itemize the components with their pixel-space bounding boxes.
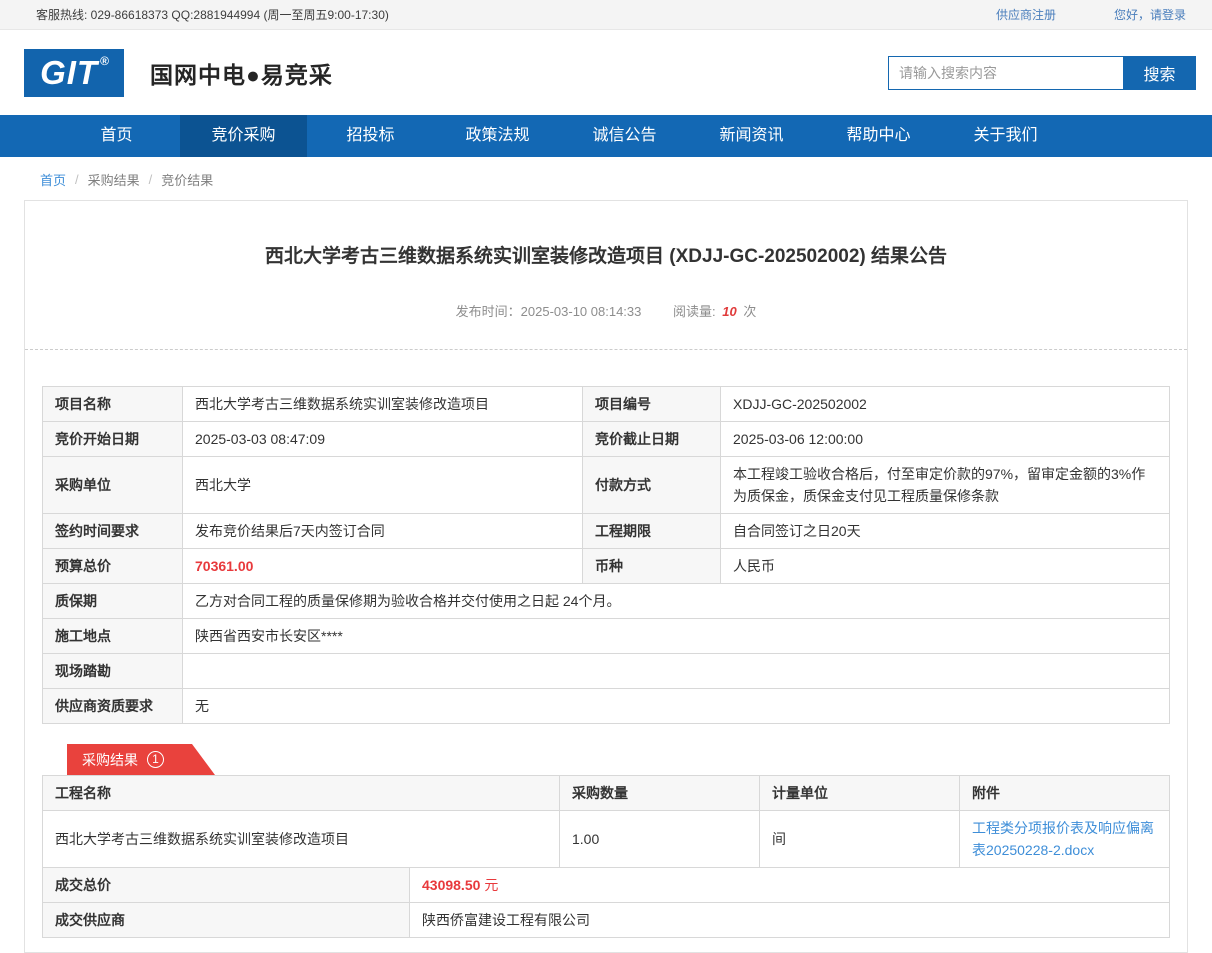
ribbon-label: 采购结果: [82, 750, 138, 770]
table-row: 项目名称 西北大学考古三维数据系统实训室装修改造项目 项目编号 XDJJ-GC-…: [43, 387, 1170, 422]
nav-item-home[interactable]: 首页: [53, 115, 180, 157]
hotline-text: 客服热线: 029-86618373 QQ:2881944994 (周一至周五9…: [36, 6, 389, 23]
breadcrumb-separator: /: [75, 172, 79, 187]
table-row: 成交供应商 陕西侨富建设工程有限公司: [43, 903, 1170, 938]
table-row: 现场踏勘: [43, 654, 1170, 689]
info-label: 质保期: [43, 584, 183, 619]
purchase-result-ribbon: 采购结果 1: [67, 744, 215, 775]
purchase-result-table: 工程名称 采购数量 计量单位 附件 西北大学考古三维数据系统实训室装修改造项目 …: [42, 775, 1170, 938]
nav-item-policy[interactable]: 政策法规: [434, 115, 561, 157]
table-row: 签约时间要求 发布竞价结果后7天内签订合同 工程期限 自合同签订之日20天: [43, 514, 1170, 549]
info-label: 施工地点: [43, 619, 183, 654]
deal-supplier-label: 成交供应商: [43, 903, 410, 938]
views-count: 10: [722, 304, 736, 319]
ribbon-count-badge: 1: [147, 751, 164, 768]
dashed-divider: [25, 349, 1187, 350]
table-row: 供应商资质要求 无: [43, 689, 1170, 724]
info-label: 采购单位: [43, 457, 183, 514]
table-row: 预算总价 70361.00 币种 人民币: [43, 549, 1170, 584]
attachment-link[interactable]: 工程类分项报价表及响应偏离表20250228-2.docx: [972, 820, 1154, 858]
result-unit: 间: [760, 811, 960, 868]
publish-time-label: 发布时间：: [456, 304, 521, 319]
info-value: 人民币: [721, 549, 1170, 584]
announcement-meta: 发布时间：2025-03-10 08:14:33 阅读量: 10 次: [25, 301, 1187, 320]
info-value: 本工程竣工验收合格后，付至审定价款的97%，留审定金额的3%作为质保金，质保金支…: [721, 457, 1170, 514]
nav-item-about[interactable]: 关于我们: [942, 115, 1069, 157]
info-label: 预算总价: [43, 549, 183, 584]
project-info-table: 项目名称 西北大学考古三维数据系统实训室装修改造项目 项目编号 XDJJ-GC-…: [42, 386, 1170, 724]
info-value: 陕西省西安市长安区****: [183, 619, 1170, 654]
table-row: 成交总价 43098.50元: [43, 868, 1170, 903]
nav-item-help[interactable]: 帮助中心: [815, 115, 942, 157]
info-value: 无: [183, 689, 1170, 724]
content-card: 西北大学考古三维数据系统实训室装修改造项目 (XDJJ-GC-202502002…: [24, 200, 1188, 953]
info-value: 自合同签订之日20天: [721, 514, 1170, 549]
views-unit: 次: [743, 304, 756, 319]
publish-time-value: 2025-03-10 08:14:33: [521, 304, 642, 319]
table-row: 采购单位 西北大学 付款方式 本工程竣工验收合格后，付至审定价款的97%，留审定…: [43, 457, 1170, 514]
budget-total-amount: 70361.00: [195, 558, 253, 574]
deal-total-unit: 元: [484, 877, 498, 893]
info-label: 付款方式: [583, 457, 721, 514]
col-header-unit: 计量单位: [760, 776, 960, 811]
nav-item-tender[interactable]: 招投标: [307, 115, 434, 157]
table-row: 施工地点 陕西省西安市长安区****: [43, 619, 1170, 654]
budget-total-value: 70361.00: [183, 549, 583, 584]
nav-item-news[interactable]: 新闻资讯: [688, 115, 815, 157]
breadcrumb-current: 竞价结果: [161, 170, 213, 189]
info-label: 竞价开始日期: [43, 422, 183, 457]
attachment-cell: 工程类分项报价表及响应偏离表20250228-2.docx: [960, 811, 1170, 868]
info-value: 乙方对合同工程的质量保修期为验收合格并交付使用之日起 24个月。: [183, 584, 1170, 619]
table-row: 质保期 乙方对合同工程的质量保修期为验收合格并交付使用之日起 24个月。: [43, 584, 1170, 619]
info-label: 工程期限: [583, 514, 721, 549]
col-header-project-name: 工程名称: [43, 776, 560, 811]
info-value: 2025-03-06 12:00:00: [721, 422, 1170, 457]
search-input[interactable]: [888, 56, 1123, 90]
registered-mark-icon: ®: [100, 54, 110, 68]
table-row: 竞价开始日期 2025-03-03 08:47:09 竞价截止日期 2025-0…: [43, 422, 1170, 457]
breadcrumb-separator: /: [149, 172, 153, 187]
announcement-title: 西北大学考古三维数据系统实训室装修改造项目 (XDJJ-GC-202502002…: [25, 201, 1187, 270]
info-value: 西北大学: [183, 457, 583, 514]
table-row: 西北大学考古三维数据系统实训室装修改造项目 1.00 间 工程类分项报价表及响应…: [43, 811, 1170, 868]
info-value: 西北大学考古三维数据系统实训室装修改造项目: [183, 387, 583, 422]
info-label: 项目名称: [43, 387, 183, 422]
deal-supplier-value: 陕西侨富建设工程有限公司: [410, 903, 1170, 938]
info-value: [183, 654, 1170, 689]
table-header-row: 工程名称 采购数量 计量单位 附件: [43, 776, 1170, 811]
info-label: 竞价截止日期: [583, 422, 721, 457]
info-label: 项目编号: [583, 387, 721, 422]
site-header: GIT® 国网中电●易竞采 搜索: [0, 30, 1212, 115]
info-label: 签约时间要求: [43, 514, 183, 549]
info-label: 现场踏勘: [43, 654, 183, 689]
supplier-register-link[interactable]: 供应商注册: [996, 6, 1056, 23]
search-area: 搜索: [888, 56, 1196, 90]
breadcrumb-section[interactable]: 采购结果: [88, 170, 140, 189]
result-quantity: 1.00: [560, 811, 760, 868]
views-label: 阅读量:: [673, 304, 716, 319]
col-header-attachment: 附件: [960, 776, 1170, 811]
deal-total-cell: 43098.50元: [410, 868, 1170, 903]
logo-text: GIT: [40, 54, 98, 92]
main-nav: 首页 竞价采购 招投标 政策法规 诚信公告 新闻资讯 帮助中心 关于我们: [0, 115, 1212, 157]
col-header-quantity: 采购数量: [560, 776, 760, 811]
deal-total-label: 成交总价: [43, 868, 410, 903]
info-label: 币种: [583, 549, 721, 584]
site-title: 国网中电●易竞采: [150, 56, 333, 90]
nav-item-bidding-purchase[interactable]: 竞价采购: [180, 115, 307, 157]
git-logo[interactable]: GIT®: [24, 49, 124, 97]
info-value: XDJJ-GC-202502002: [721, 387, 1170, 422]
info-label: 供应商资质要求: [43, 689, 183, 724]
top-links: 供应商注册 您好，请登录: [996, 6, 1186, 23]
breadcrumb-home[interactable]: 首页: [40, 170, 66, 189]
info-value: 2025-03-03 08:47:09: [183, 422, 583, 457]
login-link[interactable]: 您好，请登录: [1114, 6, 1186, 23]
nav-item-integrity[interactable]: 诚信公告: [561, 115, 688, 157]
breadcrumb: 首页 / 采购结果 / 竞价结果: [0, 157, 1212, 200]
info-value: 发布竞价结果后7天内签订合同: [183, 514, 583, 549]
top-bar: 客服热线: 029-86618373 QQ:2881944994 (周一至周五9…: [0, 0, 1212, 30]
search-button[interactable]: 搜索: [1123, 56, 1196, 90]
deal-total-amount: 43098.50: [422, 877, 480, 893]
result-project-name: 西北大学考古三维数据系统实训室装修改造项目: [43, 811, 560, 868]
